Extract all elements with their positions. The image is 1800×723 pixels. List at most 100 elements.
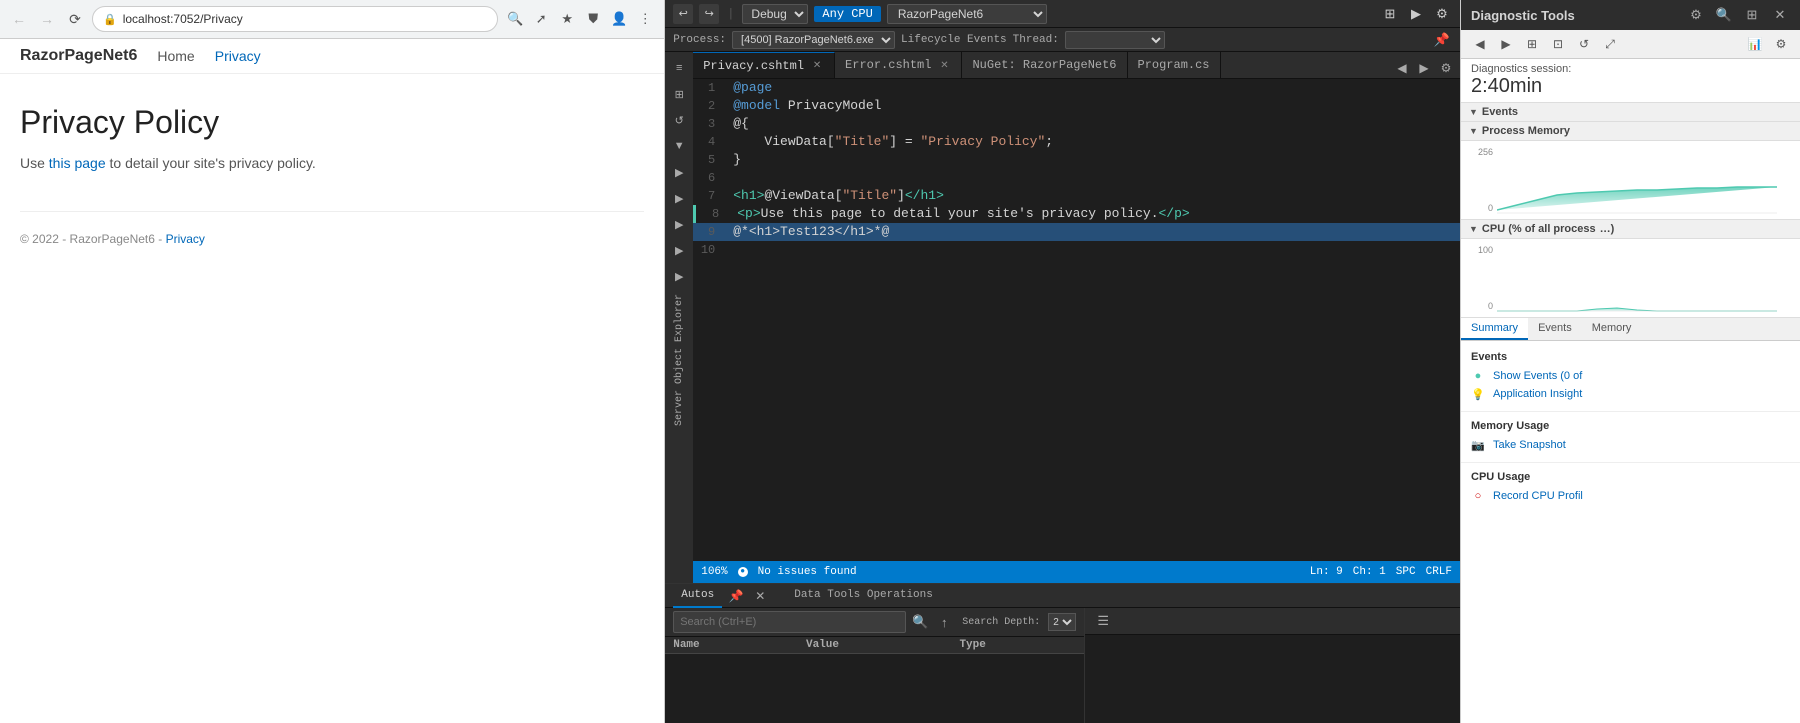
autos-search-input[interactable] [673, 611, 906, 633]
diag-search-icon[interactable]: 🔍 [1714, 5, 1734, 25]
snapshot-icon: 📷 [1471, 438, 1485, 452]
diag-expand-icon[interactable]: ⊞ [1742, 5, 1762, 25]
summary-cpu-title: CPU Usage [1471, 471, 1790, 483]
filter-btn[interactable]: ⊞ [667, 82, 691, 106]
search-strip-icon[interactable]: ▶ [667, 264, 691, 288]
page-content: Privacy Policy Use this page to detail y… [0, 74, 664, 723]
tab-autos[interactable]: Autos [673, 584, 722, 608]
footer-link[interactable]: Privacy [166, 232, 205, 246]
summary-show-events: ● Show Events (0 of [1471, 367, 1790, 385]
expand4-btn[interactable]: ▶ [667, 238, 691, 262]
summary-events-section: Events ● Show Events (0 of 💡 Application… [1461, 347, 1800, 407]
undo-button[interactable]: ↩ [673, 4, 693, 24]
diag-settings-icon[interactable]: ⚙ [1686, 5, 1706, 25]
solution-dropdown[interactable]: RazorPageNet6 [887, 4, 1047, 24]
tab-scroll-left[interactable]: ◀ [1392, 58, 1412, 78]
forward-button[interactable]: → [36, 8, 58, 30]
expand3-btn[interactable]: ▶ [667, 212, 691, 236]
search-icon[interactable]: 🔍 [504, 8, 526, 30]
tab-data-tools[interactable]: Data Tools Operations [786, 584, 941, 608]
search-depth-label: Search Depth: [962, 617, 1040, 628]
diag-tab-summary[interactable]: Summary [1461, 318, 1528, 340]
favorites-icon[interactable]: ★ [556, 8, 578, 30]
search-depth-select[interactable]: 2 [1048, 613, 1076, 631]
diag-tab-memory[interactable]: Memory [1582, 318, 1642, 340]
summary-cpu-section: CPU Usage ○ Record CPU Profil [1461, 467, 1800, 509]
diag-tool-5[interactable]: ↺ [1573, 33, 1595, 55]
settings-icon[interactable]: ⚙ [1432, 4, 1452, 24]
col-type: Type [951, 637, 1084, 654]
debug-dropdown[interactable]: Debug [742, 4, 808, 24]
code-line-8: 8 <p>Use this page to detail your site's… [693, 205, 1460, 223]
diag-tool-2[interactable]: ▶ [1495, 33, 1517, 55]
summary-app-insight: 💡 Application Insight [1471, 385, 1790, 403]
desc-link[interactable]: this page [49, 155, 106, 171]
autos-close-btn[interactable]: ✕ [750, 586, 770, 606]
tab-error-close[interactable]: ✕ [937, 58, 951, 72]
datatools-clear-btn[interactable]: ☰ [1093, 611, 1113, 631]
pin-icon[interactable]: 📌 [1432, 30, 1452, 50]
memory-chart-svg [1497, 145, 1800, 215]
cpu-chart-row: 100 0 [1461, 243, 1800, 313]
back-button[interactable]: ← [8, 8, 30, 30]
expand-btn[interactable]: ▶ [667, 160, 691, 184]
desc-text-1: Use [20, 155, 49, 171]
more-icon[interactable]: ⋮ [634, 8, 656, 30]
thread-label: Thread: [1013, 34, 1059, 46]
down-btn[interactable]: ▼ [667, 134, 691, 158]
profile-icon[interactable]: 👤 [608, 8, 630, 30]
vs-statusbar: 106% ● No issues found Ln: 9 Ch: 1 SPC C… [693, 561, 1460, 583]
app-insight-text[interactable]: Application Insight [1493, 388, 1582, 400]
refresh-button[interactable]: ⟳ [64, 8, 86, 30]
collapse-all-btn[interactable]: ≡ [667, 56, 691, 80]
process-memory-label: Process Memory [1482, 125, 1570, 137]
diag-tool-6[interactable]: ⤢ [1599, 33, 1621, 55]
vs-editor[interactable]: 1 @page 2 @model PrivacyModel 3 @{ 4 Vie… [693, 79, 1460, 561]
code-line-9: 9 @*<h1>Test123</h1>*@ [693, 223, 1460, 241]
no-issues-icon: ● [738, 567, 748, 577]
autos-pin-btn[interactable]: 📌 [726, 586, 746, 606]
diag-tool-1[interactable]: ◀ [1469, 33, 1491, 55]
diag-session-title: Diagnostics session: [1471, 63, 1790, 75]
take-snapshot-text[interactable]: Take Snapshot [1493, 439, 1566, 451]
thread-dropdown[interactable] [1065, 31, 1165, 49]
diag-cpu-section[interactable]: ▼ CPU (% of all process …) [1461, 220, 1800, 239]
tab-error-cshtml[interactable]: Error.cshtml ✕ [835, 52, 962, 78]
diag-tool-3[interactable]: ⊞ [1521, 33, 1543, 55]
diag-events-section[interactable]: ▼ Events [1461, 103, 1800, 122]
nav-home[interactable]: Home [157, 48, 194, 64]
record-cpu-icon: ○ [1471, 489, 1485, 503]
autos-search-btn[interactable]: 🔍 [910, 612, 930, 632]
autos-table: Name Value Type [665, 637, 1084, 723]
tab-privacy-cshtml[interactable]: Privacy.cshtml ✕ [693, 52, 835, 78]
tab-program-cs[interactable]: Program.cs [1128, 52, 1221, 78]
tab-scroll-right[interactable]: ▶ [1414, 58, 1434, 78]
refresh-btn[interactable]: ↺ [667, 108, 691, 132]
datatools-content [1085, 635, 1460, 723]
diag-tool-8[interactable]: ⚙ [1770, 33, 1792, 55]
process-memory-chart: 256 0 [1461, 141, 1800, 220]
diag-tool-7[interactable]: 📊 [1744, 33, 1766, 55]
autos-up-btn[interactable]: ↑ [934, 612, 954, 632]
share-icon[interactable]: ➚ [530, 8, 552, 30]
code-line-10: 10 [693, 241, 1460, 259]
tab-settings-btn[interactable]: ⚙ [1436, 58, 1456, 78]
layout-icon[interactable]: ⊞ [1380, 4, 1400, 24]
extensions-icon[interactable]: ⛊ [582, 8, 604, 30]
redo-button[interactable]: ↪ [699, 4, 719, 24]
code-line-7: 7 <h1>@ViewData["Title"]</h1> [693, 187, 1460, 205]
address-bar[interactable]: 🔒 localhost:7052/Privacy [92, 6, 498, 32]
tab-nuget[interactable]: NuGet: RazorPageNet6 [962, 52, 1127, 78]
diag-tab-events[interactable]: Events [1528, 318, 1582, 340]
nav-privacy[interactable]: Privacy [215, 48, 261, 64]
browser-chrome: ← → ⟳ 🔒 localhost:7052/Privacy 🔍 ➚ ★ ⛊ 👤… [0, 0, 664, 39]
tab-privacy-close[interactable]: ✕ [810, 59, 824, 73]
process-dropdown[interactable]: [4500] RazorPageNet6.exe [732, 31, 895, 49]
diag-close-icon[interactable]: ✕ [1770, 5, 1790, 25]
diag-process-memory-section[interactable]: ▼ Process Memory [1461, 122, 1800, 141]
diag-tool-4[interactable]: ⊡ [1547, 33, 1569, 55]
show-events-text[interactable]: Show Events (0 of [1493, 370, 1582, 382]
expand2-btn[interactable]: ▶ [667, 186, 691, 210]
run-icon[interactable]: ▶ [1406, 4, 1426, 24]
record-cpu-text[interactable]: Record CPU Profil [1493, 490, 1583, 502]
